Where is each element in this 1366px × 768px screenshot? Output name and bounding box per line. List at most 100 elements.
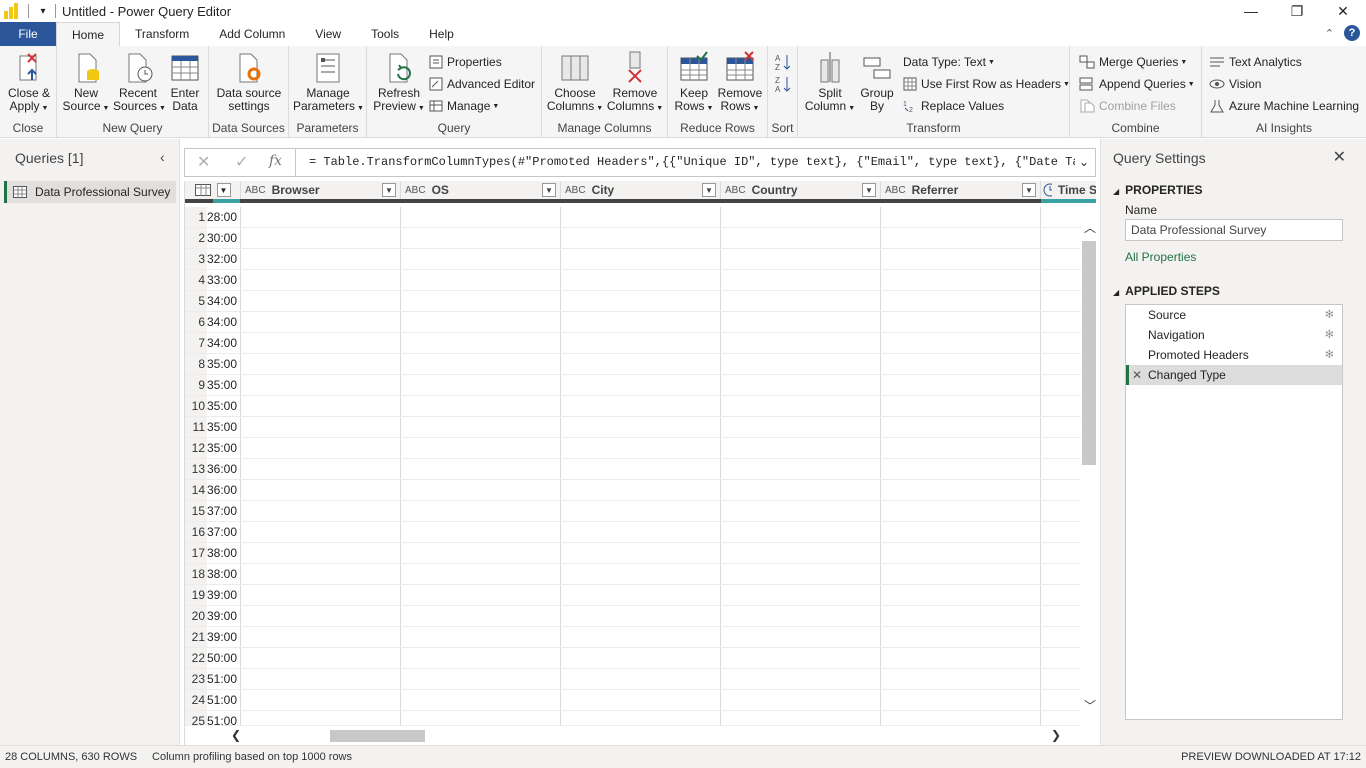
- group-by-button[interactable]: Group By: [858, 50, 896, 113]
- horizontal-scrollbar[interactable]: ❮ ❯: [185, 725, 1081, 745]
- table-cell[interactable]: [1041, 627, 1081, 647]
- table-row[interactable]: 16 37:00: [185, 522, 1081, 543]
- table-cell[interactable]: [721, 480, 881, 500]
- table-cell[interactable]: [241, 459, 401, 479]
- table-cell[interactable]: [881, 312, 1041, 332]
- row-number[interactable]: 19: [185, 585, 207, 605]
- table-cell[interactable]: [1041, 270, 1081, 290]
- table-cell[interactable]: [881, 480, 1041, 500]
- table-cell[interactable]: [721, 459, 881, 479]
- formula-input[interactable]: = Table.TransformColumnTypes(#"Promoted …: [309, 155, 1075, 169]
- column-header-city[interactable]: ABC City ▼: [561, 181, 721, 199]
- table-cell[interactable]: [561, 249, 721, 269]
- table-cell[interactable]: [1041, 375, 1081, 395]
- table-cell[interactable]: [241, 207, 401, 227]
- time-cell[interactable]: 39:00: [207, 627, 241, 647]
- text-type-icon[interactable]: ABC: [245, 185, 266, 196]
- scroll-left-icon[interactable]: ❮: [231, 728, 241, 742]
- table-cell[interactable]: [241, 585, 401, 605]
- table-row[interactable]: 11 35:00: [185, 417, 1081, 438]
- time-cell[interactable]: 30:00: [207, 228, 241, 248]
- time-cell[interactable]: 35:00: [207, 417, 241, 437]
- replace-values-button[interactable]: 1 2 Replace Values: [903, 96, 1004, 116]
- table-cell[interactable]: [881, 333, 1041, 353]
- table-cell[interactable]: [1041, 648, 1081, 668]
- remove-columns-button[interactable]: Remove Columns ▼: [606, 50, 664, 115]
- column-filter-dropdown-icon[interactable]: ▼: [216, 183, 231, 197]
- row-number[interactable]: 21: [185, 627, 207, 647]
- step-promoted-headers[interactable]: Promoted Headers ✻: [1126, 345, 1342, 365]
- table-row[interactable]: 24 51:00: [185, 690, 1081, 711]
- table-cell[interactable]: [401, 291, 561, 311]
- table-row[interactable]: 15 37:00: [185, 501, 1081, 522]
- table-cell[interactable]: [561, 648, 721, 668]
- table-cell[interactable]: [561, 207, 721, 227]
- data-type-dropdown[interactable]: Data Type: Text ▼: [903, 52, 995, 72]
- table-row[interactable]: 9 35:00: [185, 375, 1081, 396]
- fx-icon[interactable]: fx: [269, 153, 282, 169]
- table-cell[interactable]: [881, 585, 1041, 605]
- refresh-preview-button[interactable]: Refresh Preview ▼: [373, 50, 425, 115]
- time-cell[interactable]: 35:00: [207, 354, 241, 374]
- time-cell[interactable]: 35:00: [207, 396, 241, 416]
- table-cell[interactable]: [561, 669, 721, 689]
- vertical-scrollbar[interactable]: ︿ ﹀: [1081, 207, 1096, 715]
- column-filter-dropdown-icon[interactable]: ▼: [1022, 183, 1036, 197]
- table-cell[interactable]: [881, 417, 1041, 437]
- row-number[interactable]: 17: [185, 543, 207, 563]
- table-cell[interactable]: [241, 627, 401, 647]
- column-filter-dropdown-icon[interactable]: ▼: [862, 183, 876, 197]
- table-cell[interactable]: [561, 627, 721, 647]
- time-cell[interactable]: 38:00: [207, 564, 241, 584]
- scroll-up-icon[interactable]: ︿: [1084, 219, 1096, 236]
- table-cell[interactable]: [241, 501, 401, 521]
- table-cell[interactable]: [881, 249, 1041, 269]
- query-item[interactable]: Data Professional Survey: [4, 181, 176, 203]
- time-cell[interactable]: 39:00: [207, 606, 241, 626]
- table-cell[interactable]: [1041, 354, 1081, 374]
- table-cell[interactable]: [721, 438, 881, 458]
- query-name-input[interactable]: Data Professional Survey: [1125, 219, 1343, 241]
- table-cell[interactable]: [881, 501, 1041, 521]
- time-cell[interactable]: 37:00: [207, 501, 241, 521]
- close-apply-button[interactable]: Close & Apply ▼: [6, 50, 52, 115]
- table-menu-corner[interactable]: ▼: [185, 181, 241, 203]
- table-cell[interactable]: [881, 438, 1041, 458]
- table-cell[interactable]: [401, 249, 561, 269]
- table-row[interactable]: 20 39:00: [185, 606, 1081, 627]
- column-header-browser[interactable]: ABC Browser ▼: [241, 181, 401, 199]
- row-number[interactable]: 8: [185, 354, 207, 374]
- table-cell[interactable]: [241, 375, 401, 395]
- time-cell[interactable]: 34:00: [207, 333, 241, 353]
- table-cell[interactable]: [401, 564, 561, 584]
- enter-data-button[interactable]: Enter Data: [165, 50, 205, 113]
- commit-formula-icon[interactable]: ✓: [235, 152, 248, 172]
- table-row[interactable]: 10 35:00: [185, 396, 1081, 417]
- table-cell[interactable]: [561, 417, 721, 437]
- table-row[interactable]: 1 28:00: [185, 207, 1081, 228]
- row-number[interactable]: 1: [185, 207, 207, 227]
- quick-access-dropdown-icon[interactable]: ▾: [37, 6, 49, 17]
- row-number[interactable]: 6: [185, 312, 207, 332]
- manage-parameters-button[interactable]: Manage Parameters ▼: [293, 50, 364, 115]
- table-cell[interactable]: [561, 522, 721, 542]
- time-cell[interactable]: 51:00: [207, 669, 241, 689]
- table-cell[interactable]: [721, 648, 881, 668]
- table-cell[interactable]: [401, 354, 561, 374]
- table-cell[interactable]: [721, 396, 881, 416]
- table-cell[interactable]: [1041, 564, 1081, 584]
- time-cell[interactable]: 37:00: [207, 522, 241, 542]
- new-source-button[interactable]: New Source ▼: [61, 50, 111, 115]
- tab-add-column[interactable]: Add Column: [204, 22, 300, 46]
- table-cell[interactable]: [881, 627, 1041, 647]
- table-cell[interactable]: [241, 228, 401, 248]
- time-cell[interactable]: 34:00: [207, 312, 241, 332]
- data-source-settings-button[interactable]: Data source settings: [213, 50, 285, 113]
- cancel-formula-icon[interactable]: ✕: [197, 152, 210, 172]
- properties-button[interactable]: Properties: [429, 52, 502, 72]
- text-type-icon[interactable]: ABC: [885, 185, 906, 196]
- vision-button[interactable]: Vision: [1209, 74, 1261, 94]
- table-cell[interactable]: [721, 522, 881, 542]
- table-cell[interactable]: [561, 228, 721, 248]
- table-cell[interactable]: [1041, 417, 1081, 437]
